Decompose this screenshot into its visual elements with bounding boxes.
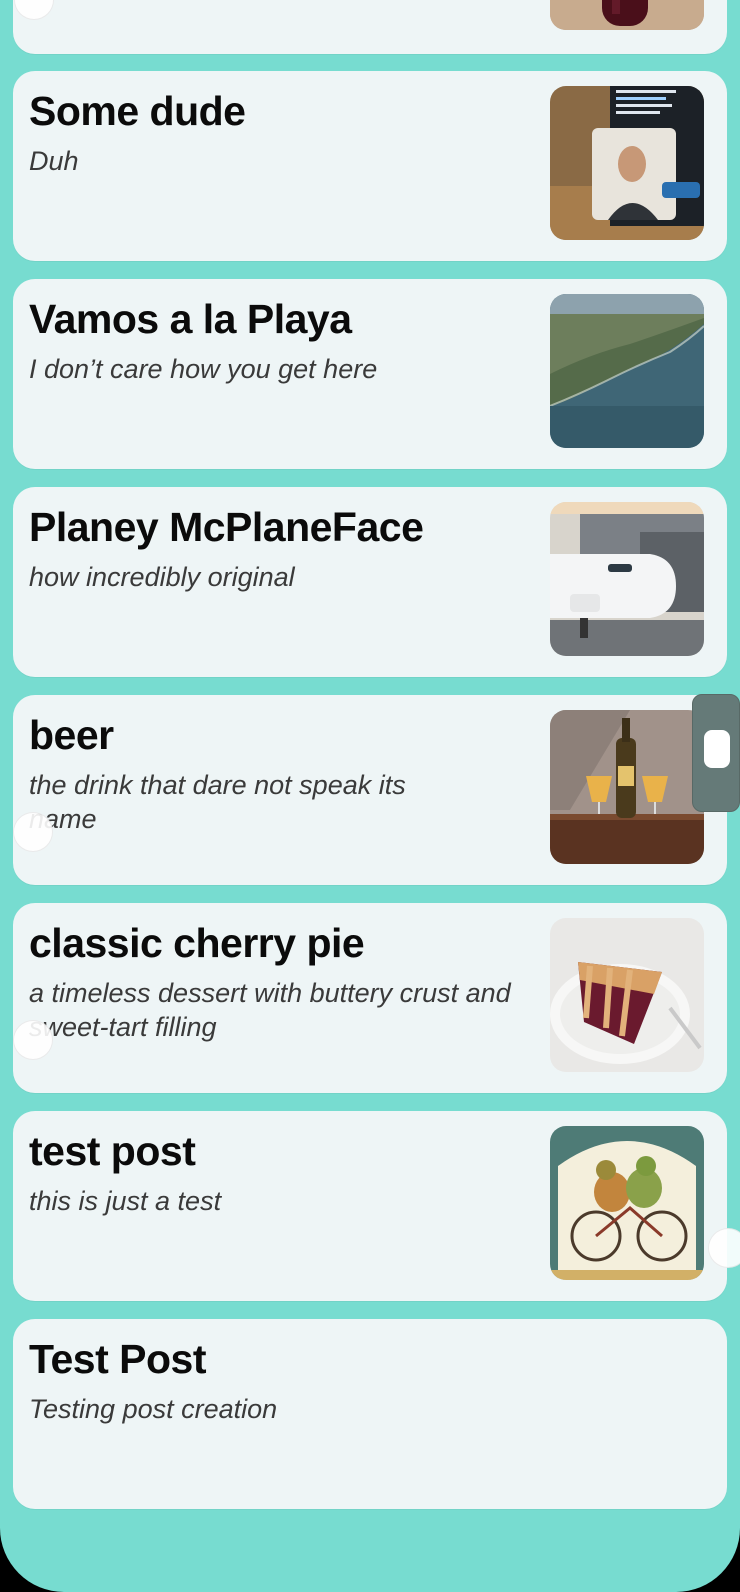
- post-subtitle: a timeless dessert with buttery crust an…: [29, 978, 511, 1042]
- post-subtitle: I don’t care how you get here: [29, 354, 378, 384]
- man-on-laptop-screen-photo: [550, 86, 704, 240]
- post-title: test post: [29, 1128, 196, 1174]
- airplane-at-gate-photo: [550, 502, 704, 656]
- post-thumbnail: [550, 502, 704, 656]
- post-card[interactable]: beer the drink that dare not speak its n…: [13, 695, 727, 885]
- post-card[interactable]: Test Post Testing post creation: [13, 1319, 727, 1509]
- cherry-pie-slice-photo: [550, 918, 704, 1072]
- post-thumbnail: [550, 710, 704, 864]
- post-subtitle: this is just a test: [29, 1186, 222, 1216]
- post-thumbnail: [550, 86, 704, 240]
- scrollbar[interactable]: [692, 694, 740, 812]
- post-title: beer: [29, 712, 114, 758]
- touch-indicator: [708, 1228, 740, 1268]
- post-thumbnail: [550, 918, 704, 1072]
- post-title: classic cherry pie: [29, 920, 365, 966]
- post-title: Test Post: [29, 1336, 207, 1382]
- touch-indicator: [13, 812, 53, 852]
- post-card[interactable]: [13, 0, 727, 54]
- post-title: Planey McPlaneFace: [29, 504, 424, 550]
- coastline-aerial-photo: [550, 294, 704, 448]
- post-thumbnail: [550, 1126, 704, 1280]
- post-card[interactable]: classic cherry pie a timeless dessert wi…: [13, 903, 727, 1093]
- wine-bottle-photo: [550, 0, 704, 30]
- post-subtitle: Duh: [29, 146, 79, 176]
- post-thumbnail: [550, 294, 704, 448]
- post-card[interactable]: Planey McPlaneFace how incredibly origin…: [13, 487, 727, 677]
- post-list-screen[interactable]: Some dude Duh Vamos a la Playa I don’t c…: [0, 0, 740, 1592]
- frogs-on-bicycle-illustration: [550, 1126, 704, 1280]
- post-title: Some dude: [29, 88, 246, 134]
- touch-indicator: [13, 1020, 53, 1060]
- post-subtitle: Testing post creation: [29, 1394, 278, 1424]
- post-card[interactable]: Some dude Duh: [13, 71, 727, 261]
- post-thumbnail: [550, 0, 704, 30]
- beer-bottle-and-glasses-photo: [550, 710, 704, 864]
- post-subtitle: the drink that dare not speak its name: [29, 770, 406, 834]
- post-card[interactable]: Vamos a la Playa I don’t care how you ge…: [13, 279, 727, 469]
- post-title: Vamos a la Playa: [29, 296, 352, 342]
- post-subtitle: how incredibly original: [29, 562, 295, 592]
- post-card[interactable]: test post this is just a test: [13, 1111, 727, 1301]
- scroll-thumb[interactable]: [704, 730, 730, 768]
